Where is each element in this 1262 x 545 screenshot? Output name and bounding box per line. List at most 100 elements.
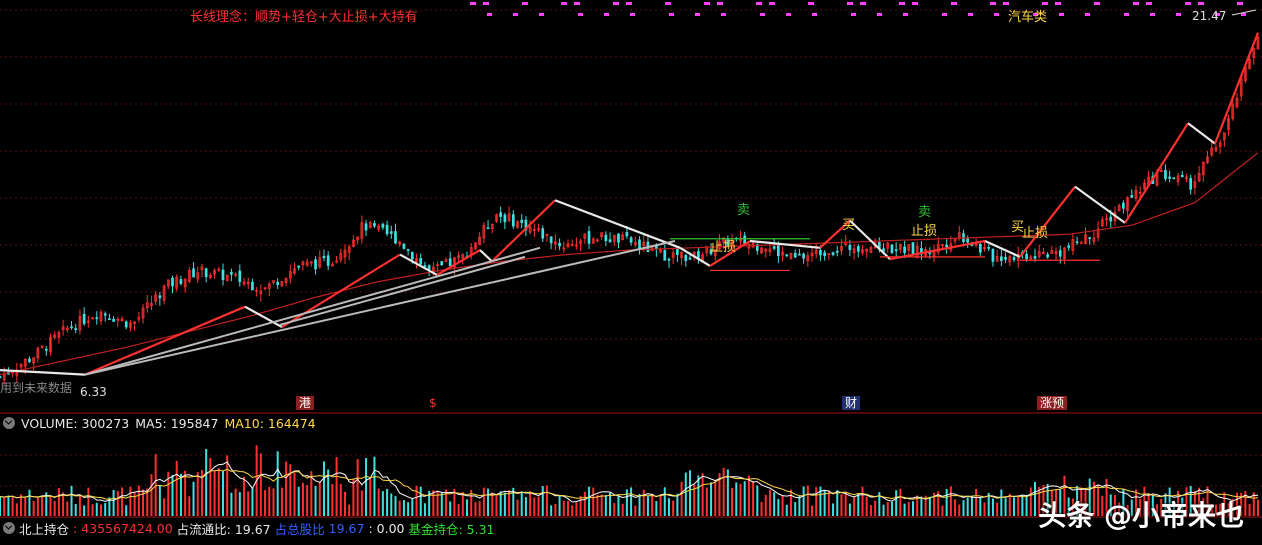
volume-bar (331, 483, 334, 516)
candle (1138, 186, 1142, 198)
candle (196, 266, 200, 283)
candle (1130, 189, 1134, 198)
candle (549, 236, 553, 250)
candle (511, 210, 515, 229)
volume-bar (87, 487, 90, 516)
volume-bar (251, 488, 254, 516)
volume-bar (137, 485, 140, 516)
candle (1067, 242, 1071, 251)
volume-bar (890, 501, 893, 516)
candle (983, 240, 986, 252)
volume-bar (184, 470, 187, 516)
candle (1172, 177, 1176, 180)
volume-bar (991, 498, 994, 516)
collapse-icon[interactable] (3, 522, 15, 534)
volume-bar (815, 487, 818, 516)
volume-bar (335, 457, 338, 516)
candle (1168, 170, 1171, 183)
volume-bar (659, 495, 662, 516)
volume-bar (209, 457, 212, 516)
volume-bar (520, 491, 523, 516)
candle (1088, 237, 1092, 245)
fund-holding: 基金持仓: 5.31 (408, 521, 495, 537)
candle (680, 251, 683, 266)
candle (562, 241, 566, 253)
volume-bar (722, 467, 725, 516)
badge-finance[interactable]: 财 (842, 396, 861, 410)
candle (263, 287, 267, 291)
candle (764, 247, 768, 258)
candle (469, 243, 473, 260)
volume-bar (667, 498, 670, 516)
volume-bar (886, 502, 889, 516)
volume-bar (234, 488, 237, 516)
trend-segment (479, 249, 493, 263)
float-ratio: 占流通比: 19.67 (176, 521, 271, 537)
candle (554, 234, 557, 251)
volume-bar (996, 502, 999, 516)
candle (120, 316, 124, 322)
candle (145, 294, 149, 313)
candle (305, 258, 309, 268)
volume-bar (903, 503, 906, 516)
candle (671, 248, 675, 265)
candle (541, 225, 545, 242)
volume-bar (449, 501, 452, 516)
volume-bar (760, 501, 763, 516)
trend-segment (749, 239, 821, 249)
candle (1222, 132, 1226, 148)
candle (331, 261, 334, 267)
volume-bar (579, 495, 582, 516)
candle (503, 212, 507, 230)
badge-hk[interactable]: 港 (296, 396, 315, 410)
candle (129, 319, 132, 332)
volume-bar (175, 460, 178, 516)
volume-bar (11, 495, 14, 516)
candle (419, 253, 423, 266)
candle (440, 261, 444, 266)
volume-bar (1248, 503, 1251, 516)
volume-bar (411, 499, 414, 516)
volume-bar (491, 492, 494, 516)
badge-dollar[interactable]: $ (426, 396, 440, 410)
candle (911, 242, 915, 255)
volume-bar (638, 493, 641, 516)
volume-bar (478, 501, 481, 516)
trend-segment (1074, 185, 1126, 224)
candle (524, 216, 528, 237)
volume-bar (230, 492, 233, 516)
candle (398, 240, 402, 247)
candle (166, 279, 170, 289)
candle (1252, 46, 1256, 65)
candle (213, 268, 216, 279)
volume-bar (811, 505, 814, 516)
candle (684, 253, 688, 267)
candle (352, 235, 355, 248)
volume-bar (857, 493, 860, 516)
volume-bar (705, 487, 708, 516)
candle (284, 277, 288, 286)
volume-bar (710, 482, 713, 516)
signal-stoploss-1: 止损 (710, 240, 737, 255)
candle (899, 243, 902, 254)
candle (314, 256, 317, 275)
volume-bar (861, 486, 864, 516)
candle (1071, 232, 1075, 255)
candle (394, 223, 397, 245)
volume-bar (684, 472, 687, 516)
volume-bar (466, 499, 469, 516)
collapse-icon[interactable] (3, 417, 15, 429)
volume-bar (179, 473, 182, 516)
candle (267, 281, 271, 297)
volume-bar (541, 486, 544, 516)
candle (1050, 246, 1054, 255)
trend-segment (1187, 122, 1216, 145)
volume-bar (318, 481, 321, 516)
candle (0, 375, 2, 379)
volume-bar (550, 505, 553, 516)
candle (1134, 185, 1138, 202)
badge-rise-forecast[interactable]: 涨预 (1037, 396, 1068, 410)
candle (406, 248, 410, 256)
candle (381, 222, 385, 231)
volume-bar (592, 487, 595, 516)
